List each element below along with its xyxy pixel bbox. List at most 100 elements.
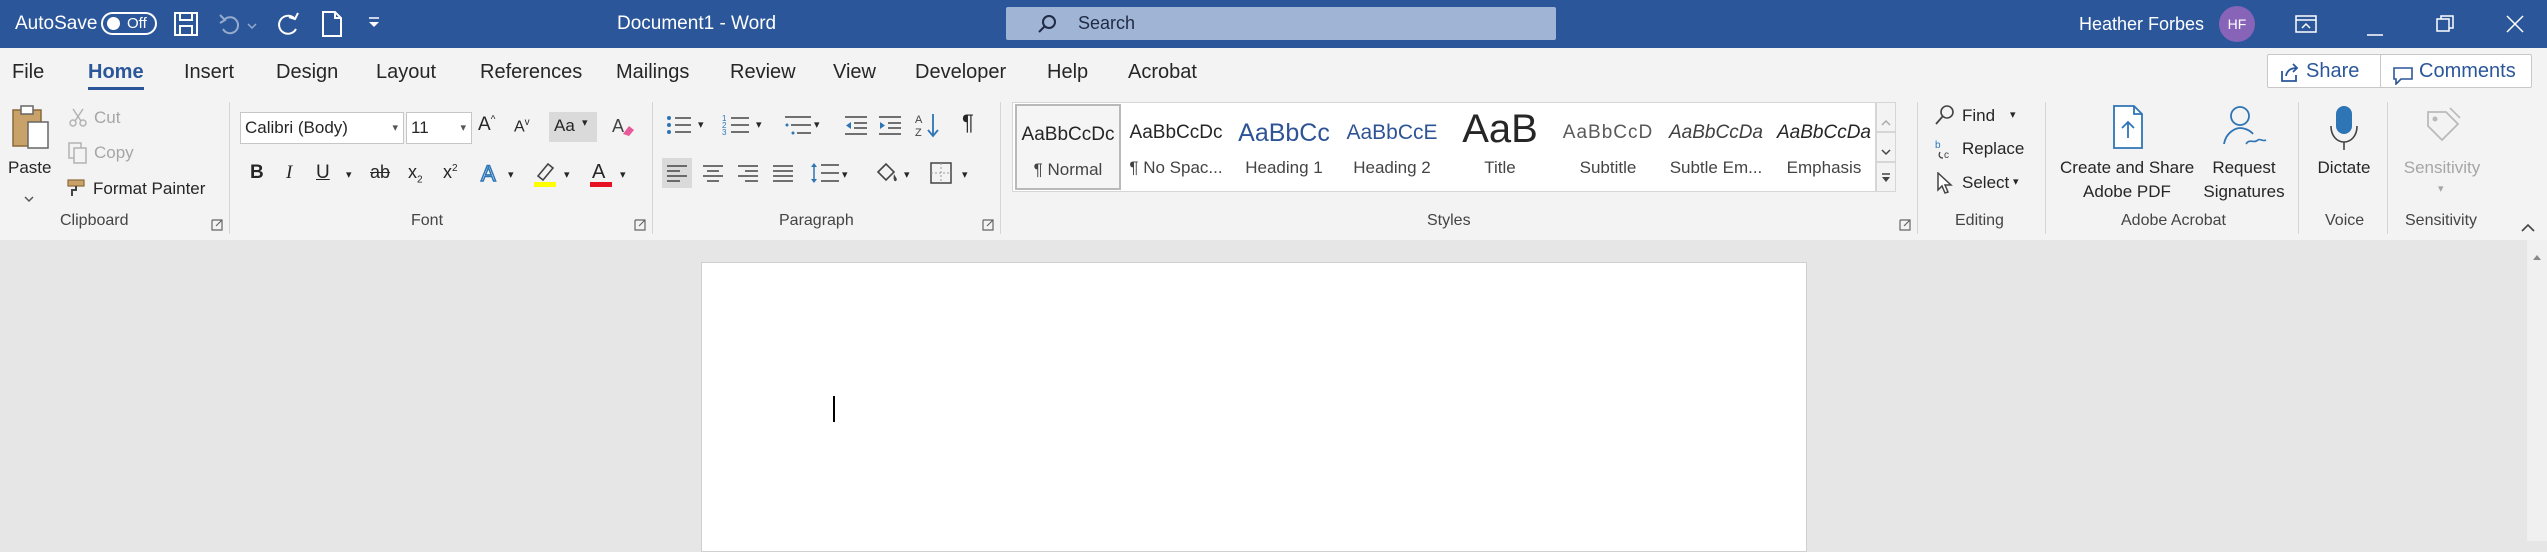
create-share-pdf-button[interactable]: Create and Share Adobe PDF bbox=[2056, 102, 2198, 210]
italic-icon[interactable]: I bbox=[286, 162, 292, 184]
underline-icon[interactable]: U bbox=[316, 162, 330, 184]
share-button[interactable]: Share bbox=[2267, 54, 2383, 88]
save-icon[interactable] bbox=[173, 11, 199, 42]
align-left-button[interactable] bbox=[662, 158, 692, 188]
text-effects-icon[interactable]: A bbox=[480, 160, 504, 191]
font-name-combo[interactable]: Calibri (Body) ▾ bbox=[240, 112, 404, 144]
font-color-icon[interactable]: A bbox=[588, 158, 614, 193]
select-label[interactable]: Select bbox=[1962, 173, 2009, 193]
dictate-button[interactable]: Dictate bbox=[2306, 102, 2382, 210]
find-icon[interactable] bbox=[1934, 104, 1956, 131]
multilevel-dropdown-icon[interactable]: ▾ bbox=[814, 118, 820, 131]
text-effects-dropdown-icon[interactable]: ▾ bbox=[508, 168, 514, 181]
user-name[interactable]: Heather Forbes bbox=[2079, 0, 2204, 48]
autosave-toggle[interactable]: Off bbox=[101, 12, 157, 35]
shading-dropdown-icon[interactable]: ▾ bbox=[904, 168, 910, 181]
tab-file[interactable]: File bbox=[12, 48, 44, 96]
sensitivity-button[interactable]: Sensitivity ▾ bbox=[2392, 102, 2492, 210]
tab-references[interactable]: References bbox=[480, 48, 582, 96]
gallery-scroll-down[interactable] bbox=[1876, 132, 1896, 162]
redo-icon[interactable] bbox=[274, 10, 302, 43]
replace-icon[interactable]: bc bbox=[1934, 138, 1956, 165]
highlight-icon[interactable] bbox=[532, 160, 558, 193]
restore-button[interactable] bbox=[2410, 0, 2480, 48]
sort-icon[interactable]: AZ bbox=[914, 111, 942, 144]
tab-help[interactable]: Help bbox=[1047, 48, 1088, 96]
search-box[interactable]: Search bbox=[1006, 7, 1556, 40]
find-label[interactable]: Find bbox=[1962, 106, 1995, 126]
minimize-button[interactable] bbox=[2340, 0, 2410, 48]
cut-label[interactable]: Cut bbox=[94, 108, 120, 128]
paragraph-launcher-icon[interactable] bbox=[982, 218, 994, 231]
style-no-spacing[interactable]: AaBbCcDc ¶ No Spac... bbox=[1123, 104, 1229, 190]
format-painter-label[interactable]: Format Painter bbox=[93, 179, 205, 199]
tab-developer[interactable]: Developer bbox=[915, 48, 1006, 96]
highlight-dropdown-icon[interactable]: ▾ bbox=[564, 168, 570, 181]
tab-insert[interactable]: Insert bbox=[184, 48, 234, 96]
bold-icon[interactable]: B bbox=[250, 162, 264, 184]
tab-home[interactable]: Home bbox=[88, 48, 144, 96]
style-normal[interactable]: AaBbCcDc ¶ Normal bbox=[1015, 104, 1121, 190]
style-subtle-emphasis[interactable]: AaBbCcDa Subtle Em... bbox=[1663, 104, 1769, 190]
justify-icon[interactable] bbox=[772, 164, 794, 187]
undo-icon[interactable] bbox=[217, 11, 243, 42]
scroll-up-icon[interactable] bbox=[2532, 248, 2542, 266]
new-document-icon[interactable] bbox=[320, 10, 344, 43]
close-button[interactable] bbox=[2480, 0, 2547, 48]
increase-indent-icon[interactable] bbox=[878, 114, 902, 141]
font-color-dropdown-icon[interactable]: ▾ bbox=[620, 168, 626, 181]
numbering-dropdown-icon[interactable]: ▾ bbox=[756, 118, 762, 131]
style-heading-2[interactable]: AaBbCcE Heading 2 bbox=[1339, 104, 1445, 190]
font-launcher-icon[interactable] bbox=[634, 218, 646, 231]
bullets-icon[interactable] bbox=[666, 114, 692, 141]
select-icon[interactable] bbox=[1936, 171, 1954, 199]
copy-icon[interactable] bbox=[68, 142, 88, 169]
undo-dropdown-icon[interactable] bbox=[247, 17, 257, 35]
style-subtitle[interactable]: AaBbCcD Subtitle bbox=[1555, 104, 1661, 190]
gallery-more[interactable] bbox=[1876, 162, 1896, 192]
document-page[interactable] bbox=[701, 262, 1807, 552]
replace-label[interactable]: Replace bbox=[1962, 139, 2024, 159]
tab-view[interactable]: View bbox=[833, 48, 876, 96]
grow-font-icon[interactable]: A^ bbox=[478, 114, 495, 136]
decrease-indent-icon[interactable] bbox=[844, 114, 868, 141]
clipboard-launcher-icon[interactable] bbox=[211, 218, 223, 231]
strikethrough-icon[interactable]: ab bbox=[370, 162, 390, 183]
comments-button[interactable]: Comments bbox=[2380, 54, 2532, 88]
clear-formatting-icon[interactable]: A bbox=[611, 114, 635, 143]
format-painter-icon[interactable] bbox=[66, 178, 88, 203]
bullets-dropdown-icon[interactable]: ▾ bbox=[698, 118, 704, 131]
avatar[interactable]: HF bbox=[2219, 6, 2255, 42]
paste-button[interactable]: Paste bbox=[6, 102, 52, 210]
line-spacing-dropdown-icon[interactable]: ▾ bbox=[842, 168, 848, 181]
style-emphasis[interactable]: AaBbCcDa Emphasis bbox=[1771, 104, 1877, 190]
align-right-icon[interactable] bbox=[737, 164, 759, 187]
gallery-scroll-up[interactable] bbox=[1876, 102, 1896, 132]
tab-acrobat[interactable]: Acrobat bbox=[1128, 48, 1197, 96]
collapse-ribbon-icon[interactable] bbox=[2520, 220, 2536, 238]
borders-dropdown-icon[interactable]: ▾ bbox=[962, 168, 968, 181]
select-dropdown-icon[interactable]: ▾ bbox=[2013, 175, 2019, 188]
change-case-button[interactable]: Aa ▾ bbox=[549, 112, 597, 142]
customize-qat-icon[interactable] bbox=[366, 16, 382, 35]
cut-icon[interactable] bbox=[68, 108, 88, 133]
tab-mailings[interactable]: Mailings bbox=[616, 48, 689, 96]
tab-layout[interactable]: Layout bbox=[376, 48, 436, 96]
borders-icon[interactable] bbox=[930, 162, 952, 189]
font-size-combo[interactable]: 11 ▾ bbox=[406, 112, 472, 144]
show-formatting-icon[interactable]: ¶ bbox=[962, 110, 974, 136]
copy-label[interactable]: Copy bbox=[94, 143, 134, 163]
style-heading-1[interactable]: AaBbCc Heading 1 bbox=[1231, 104, 1337, 190]
subscript-icon[interactable]: x2 bbox=[408, 162, 423, 186]
find-dropdown-icon[interactable]: ▾ bbox=[2010, 108, 2016, 121]
tab-review[interactable]: Review bbox=[730, 48, 796, 96]
numbering-icon[interactable]: 123 bbox=[722, 113, 750, 142]
line-spacing-icon[interactable] bbox=[810, 161, 840, 190]
superscript-icon[interactable]: x2 bbox=[443, 162, 458, 183]
vertical-scrollbar[interactable] bbox=[2527, 240, 2547, 541]
shading-icon[interactable] bbox=[874, 160, 900, 191]
paste-dropdown-icon[interactable] bbox=[24, 190, 34, 208]
style-title[interactable]: AaB Title bbox=[1447, 104, 1553, 190]
multilevel-list-icon[interactable] bbox=[784, 113, 812, 142]
ribbon-display-options-button[interactable] bbox=[2270, 0, 2340, 48]
